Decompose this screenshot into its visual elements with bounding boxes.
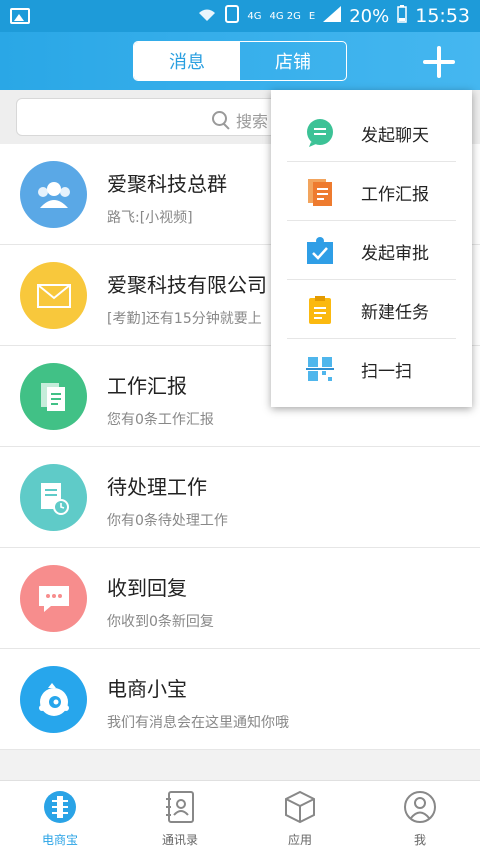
battery-percent: 20% (349, 5, 390, 27)
chat-icon (305, 118, 335, 148)
list-item-subtitle: [考勤]还有15分钟就要上 (107, 311, 262, 327)
list-item-title: 工作汇报 (107, 374, 187, 398)
menu-item-label: 新建任务 (361, 303, 429, 323)
list-item[interactable]: 电商小宝 我们有消息会在这里通知你哦 (0, 649, 480, 750)
list-item-subtitle: 路飞:[小视频] (107, 210, 193, 226)
list-item-subtitle: 你有0条待处理工作 (107, 513, 228, 529)
qr-scan-icon (305, 354, 335, 384)
list-item-title: 爱聚科技总群 (107, 172, 227, 196)
nav-item-home[interactable]: 电商宝 (0, 781, 120, 853)
list-item[interactable]: 收到回复 你收到0条新回复 (0, 548, 480, 649)
nav-label: 我 (413, 833, 426, 847)
search-placeholder: 搜索 (212, 108, 268, 132)
menu-item-label: 工作汇报 (361, 185, 429, 205)
nav-item-apps[interactable]: 应用 (240, 781, 360, 853)
mascot-icon (20, 666, 87, 733)
segment-control: 消息 店铺 (133, 41, 347, 81)
list-item-title: 待处理工作 (107, 475, 207, 499)
menu-item-label: 发起聊天 (361, 126, 429, 146)
contacts-icon (162, 789, 198, 825)
menu-item-scan[interactable]: 扫一扫 (287, 339, 456, 398)
search-icon (212, 111, 230, 129)
chat-bubble-icon (20, 565, 87, 632)
menu-item-label: 扫一扫 (361, 362, 412, 382)
envelope-icon (20, 262, 87, 329)
menu-item-start-chat[interactable]: 发起聊天 (287, 103, 456, 162)
list-spacer (0, 752, 480, 780)
signal-type: E (308, 10, 316, 22)
battery-icon (397, 4, 407, 28)
home-icon (42, 789, 78, 825)
profile-icon (402, 789, 438, 825)
report-icon (20, 363, 87, 430)
bottom-nav: 电商宝 通讯录 应用 我 (0, 780, 480, 853)
list-item[interactable]: 待处理工作 你有0条待处理工作 (0, 447, 480, 548)
approval-icon (305, 236, 335, 266)
phone-icon (225, 4, 240, 28)
nav-item-contacts[interactable]: 通讯录 (120, 781, 240, 853)
list-item-title: 爱聚科技有限公司 (107, 273, 267, 297)
plus-dropdown-menu: 发起聊天 工作汇报 发起审批 新建任务 扫一扫 (271, 90, 472, 407)
list-item-title: 电商小宝 (107, 677, 187, 701)
image-notification-icon (10, 8, 30, 24)
plus-icon[interactable] (423, 46, 455, 78)
menu-item-label: 发起审批 (361, 244, 429, 264)
list-item-subtitle: 您有0条工作汇报 (107, 412, 214, 428)
menu-item-work-report[interactable]: 工作汇报 (287, 162, 456, 221)
nav-item-me[interactable]: 我 (360, 781, 480, 853)
app-header: 消息 店铺 (0, 32, 480, 90)
network-type: 4G (247, 10, 262, 22)
status-indicators: 4G 4G 2G E 20% 15:53 (197, 4, 470, 28)
wifi-icon (197, 5, 217, 28)
group-icon (20, 161, 87, 228)
nav-label: 应用 (287, 833, 312, 847)
nav-label: 电商宝 (41, 833, 78, 847)
list-item-subtitle: 你收到0条新回复 (107, 614, 214, 630)
pending-task-icon (20, 464, 87, 531)
tab-messages[interactable]: 消息 (134, 42, 240, 80)
list-item-title: 收到回复 (107, 576, 187, 600)
signal-icon (323, 5, 342, 27)
search-placeholder-text: 搜索 (236, 112, 269, 131)
menu-item-approval[interactable]: 发起审批 (287, 221, 456, 280)
cube-icon (282, 789, 318, 825)
clipboard-icon (305, 295, 335, 325)
network-dual: 4G 2G (269, 10, 301, 22)
clock: 15:53 (415, 5, 470, 27)
list-item-subtitle: 我们有消息会在这里通知你哦 (107, 715, 289, 731)
report-icon (305, 177, 335, 207)
menu-item-new-task[interactable]: 新建任务 (287, 280, 456, 339)
tab-store[interactable]: 店铺 (240, 42, 346, 80)
status-bar: 4G 4G 2G E 20% 15:53 (0, 0, 480, 32)
nav-label: 通讯录 (161, 833, 198, 847)
